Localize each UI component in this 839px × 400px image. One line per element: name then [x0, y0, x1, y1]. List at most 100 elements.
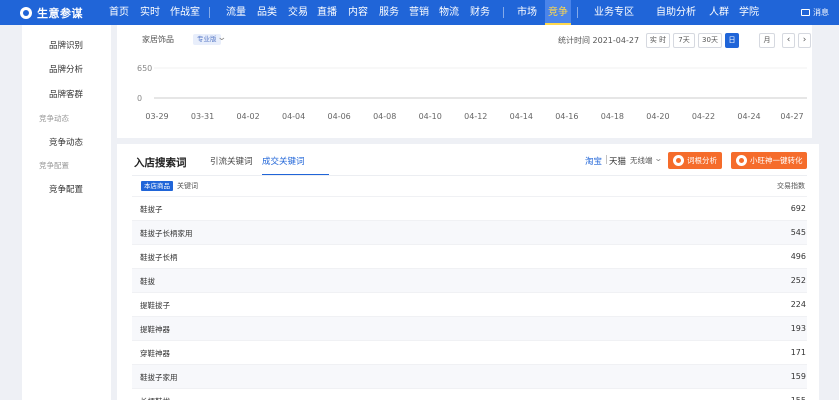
- search-keywords-card: 入店搜索词 引流关键词 成交关键词 淘宝 | 天猫 无线端 ⌄ 词根分析 小旺神…: [117, 144, 819, 400]
- nav-item-10[interactable]: 物流: [437, 0, 461, 25]
- sidebar: 品牌识别 品牌分析 品牌客群 竞争动态 竞争动态 竞争配置 竞争配置: [22, 25, 111, 400]
- nav-item-3[interactable]: 流量: [224, 0, 248, 25]
- message-icon: [801, 9, 810, 16]
- period-0[interactable]: 实 时: [646, 33, 670, 48]
- nav-item-1[interactable]: 实时: [138, 0, 162, 25]
- x-tick-label: 04-12: [464, 112, 487, 121]
- section-title: 入店搜索词: [134, 157, 187, 169]
- nav-separator: [503, 7, 504, 18]
- x-tick-label: 04-20: [646, 112, 669, 121]
- keyword-cell: 长柄鞋拔: [140, 396, 170, 400]
- nav-item-4[interactable]: 品类: [255, 0, 279, 25]
- x-tick-label: 04-18: [601, 112, 624, 121]
- x-tick-label: 04-27: [780, 112, 803, 121]
- nav-item-0[interactable]: 首页: [107, 0, 131, 25]
- convert-label: 小旺神一键转化: [750, 156, 803, 165]
- store-goods-tag[interactable]: 本店商品: [141, 181, 173, 191]
- table-row[interactable]: 鞋拔子 692: [132, 196, 807, 220]
- trade-index-cell: 224: [790, 300, 806, 309]
- app-logo[interactable]: 生意参谋: [20, 4, 83, 21]
- chevron-down-icon[interactable]: ⌄: [217, 33, 227, 43]
- period-1[interactable]: 7天: [673, 33, 695, 48]
- category-label[interactable]: 家居饰品: [142, 34, 174, 45]
- convert-button[interactable]: 小旺神一键转化: [731, 152, 807, 169]
- period-2[interactable]: 30天: [698, 33, 722, 48]
- trade-index-cell: 193: [790, 324, 806, 333]
- keyword-cell: 提鞋拔子: [140, 301, 170, 310]
- nav-item-11[interactable]: 财务: [468, 0, 492, 25]
- prev-button[interactable]: ‹: [782, 33, 795, 48]
- sidebar-group-label: 竞争配置: [39, 161, 69, 170]
- next-button[interactable]: ›: [798, 33, 811, 48]
- platform-taobao[interactable]: 淘宝: [585, 155, 602, 167]
- chevron-down-icon[interactable]: ⌄: [654, 154, 663, 163]
- x-tick-label: 04-24: [737, 112, 760, 121]
- trade-index-cell: 159: [790, 372, 806, 381]
- keyword-cell: 提鞋神器: [140, 325, 170, 334]
- x-tick-label: 04-06: [328, 112, 351, 121]
- nav-item-16[interactable]: 人群: [707, 0, 731, 25]
- nav-item-2[interactable]: 作战室: [168, 0, 202, 25]
- keyword-cell: 鞋拔子长柄: [140, 253, 178, 262]
- nav-item-5[interactable]: 交易: [286, 0, 310, 25]
- x-tick-label: 04-10: [419, 112, 442, 121]
- nav-item-13[interactable]: 竞争: [545, 0, 571, 25]
- keyword-cell: 鞋拔子长柄家用: [140, 229, 193, 238]
- x-tick-label: 04-16: [555, 112, 578, 121]
- root-analysis-button[interactable]: 词根分析: [668, 152, 722, 169]
- trade-index-cell: 692: [790, 204, 806, 213]
- nav-item-7[interactable]: 内容: [346, 0, 370, 25]
- x-tick-label: 04-02: [236, 112, 259, 121]
- root-analysis-icon: [673, 155, 684, 166]
- table-row[interactable]: 穿鞋神器 171: [132, 340, 807, 364]
- trade-index-cell: 155: [791, 396, 806, 400]
- divider: [132, 175, 807, 176]
- trade-index-cell: 252: [790, 276, 806, 285]
- column-keyword: 关键词: [177, 182, 198, 190]
- table-row[interactable]: 鞋拔子长柄家用 545: [132, 220, 807, 244]
- logo-icon: [20, 6, 32, 19]
- column-trade-index[interactable]: 交易指数: [777, 181, 805, 191]
- nav-item-6[interactable]: 直播: [315, 0, 339, 25]
- sidebar-group-label: 竞争动态: [39, 114, 69, 123]
- message-button[interactable]: 消息: [801, 0, 829, 25]
- period-4[interactable]: 月: [759, 33, 775, 48]
- nav-item-14[interactable]: 业务专区: [591, 0, 637, 25]
- platform-tmall[interactable]: 天猫: [609, 155, 626, 167]
- nav-item-9[interactable]: 营销: [407, 0, 431, 25]
- period-3[interactable]: 日: [725, 33, 739, 48]
- keyword-cell: 穿鞋神器: [140, 349, 170, 358]
- keyword-cell: 鞋拔子家用: [140, 373, 178, 382]
- message-label: 消息: [813, 8, 829, 17]
- sidebar-item[interactable]: 品牌分析: [49, 63, 83, 75]
- nav-separator: [209, 7, 210, 18]
- nav-item-12[interactable]: 市场: [515, 0, 539, 25]
- table-row[interactable]: 鞋拔子家用 159: [132, 364, 807, 388]
- table-row[interactable]: 长柄鞋拔 155: [132, 388, 807, 400]
- trade-index-cell: 171: [790, 348, 806, 357]
- device-select[interactable]: 无线端: [630, 155, 653, 166]
- sidebar-item[interactable]: 竞争动态: [49, 136, 83, 148]
- x-tick-label: 04-08: [373, 112, 396, 121]
- tab-deal-keywords[interactable]: 成交关键词: [262, 155, 305, 167]
- x-tick-label: 04-22: [692, 112, 715, 121]
- nav-item-15[interactable]: 自助分析: [655, 0, 697, 25]
- table-row[interactable]: 鞋拔 252: [132, 268, 807, 292]
- tab-traffic-keywords[interactable]: 引流关键词: [210, 155, 253, 167]
- table-row[interactable]: 提鞋神器 193: [132, 316, 807, 340]
- x-tick-label: 04-04: [282, 112, 305, 121]
- table-row[interactable]: 鞋拔子长柄 496: [132, 244, 807, 268]
- trend-chart: 650 003-29 03-31 04-02 04-04 04-06 04-08 04-10 0…: [137, 64, 807, 121]
- trade-index-cell: 496: [790, 252, 806, 261]
- x-tick-label: 04-14: [510, 112, 533, 121]
- x-tick-label: 03-29: [145, 112, 168, 121]
- x-tick-label: 03-31: [191, 112, 214, 121]
- wangwang-icon: [736, 155, 747, 166]
- sidebar-item[interactable]: 品牌识别: [49, 39, 83, 51]
- nav-separator: [577, 7, 578, 18]
- sidebar-item[interactable]: 品牌客群: [49, 88, 83, 100]
- sidebar-item[interactable]: 竞争配置: [49, 183, 83, 195]
- nav-item-17[interactable]: 学院: [737, 0, 761, 25]
- table-row[interactable]: 提鞋拔子 224: [132, 292, 807, 316]
- nav-item-8[interactable]: 服务: [377, 0, 401, 25]
